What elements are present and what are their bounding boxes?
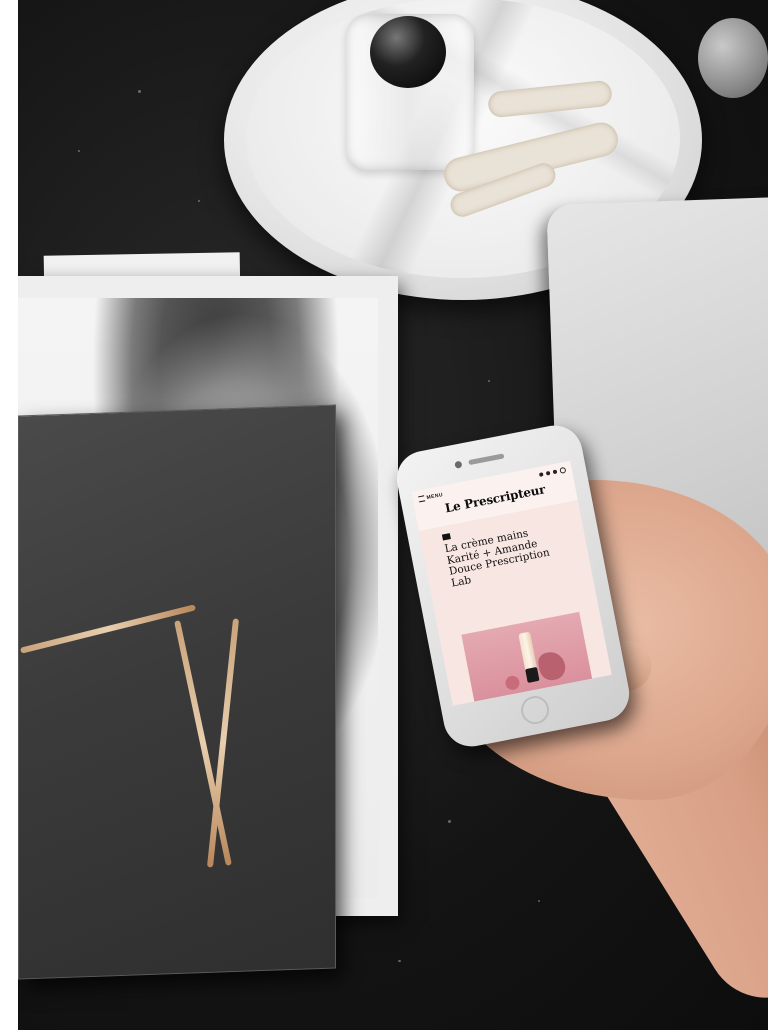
search-icon[interactable] — [559, 466, 567, 474]
article-title[interactable]: La crème mains Karité + Amande Douce Pre… — [444, 523, 561, 589]
grey-stone — [698, 18, 768, 98]
marble-speck — [138, 90, 141, 93]
pink-shape — [536, 649, 568, 683]
photo-scene: MENU Le Prescripteur La crème mains Kari… — [18, 0, 768, 1030]
marble-speck — [538, 900, 540, 902]
menu-label: MENU — [426, 492, 444, 502]
category-tag[interactable] — [441, 533, 451, 541]
perfume-cap — [370, 16, 446, 88]
social-icon[interactable] — [538, 472, 544, 477]
marble-speck — [78, 150, 80, 152]
marble-speck — [488, 380, 490, 382]
menu-icon — [418, 495, 426, 503]
social-icon[interactable] — [545, 470, 551, 476]
grey-notebook — [18, 404, 336, 980]
marble-speck — [198, 200, 200, 202]
marble-speck — [398, 960, 401, 962]
site-header: MENU Le Prescripteur — [411, 460, 578, 531]
front-camera — [454, 460, 463, 469]
cream-tube-cap — [525, 666, 540, 683]
phone-screen[interactable]: MENU Le Prescripteur La crème mains Kari… — [411, 460, 612, 706]
header-icons — [538, 466, 567, 478]
marble-speck — [448, 820, 451, 823]
article-image[interactable] — [461, 611, 593, 706]
earpiece — [468, 453, 505, 466]
pink-shape — [504, 674, 521, 692]
home-button[interactable] — [518, 693, 552, 727]
menu-button[interactable]: MENU — [418, 492, 444, 503]
social-icon[interactable] — [552, 469, 558, 475]
